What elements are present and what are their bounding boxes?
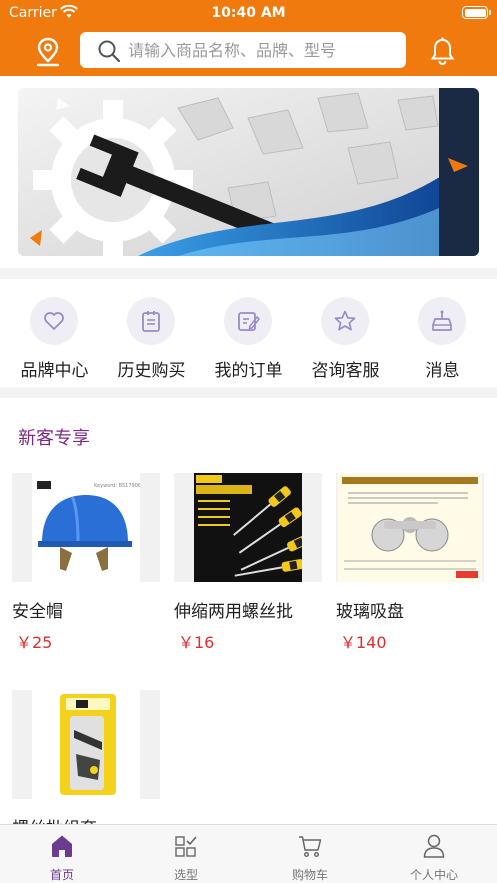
product-price: ￥16 bbox=[178, 633, 215, 652]
tab-home[interactable]: 首页 bbox=[0, 825, 124, 883]
star-icon bbox=[334, 310, 356, 331]
menu-item-label: 咨询客服 bbox=[311, 361, 380, 381]
menu-item-my-orders[interactable]: 我的订单 bbox=[200, 293, 297, 383]
grid-select-icon bbox=[175, 836, 197, 857]
app-header: Carrier 10:40 AM bbox=[0, 0, 497, 76]
safety-helmet-image: Keyword: BS179065 bbox=[37, 481, 144, 571]
tab-label: 选型 bbox=[173, 868, 198, 882]
heart-icon bbox=[44, 312, 64, 330]
product-image bbox=[12, 690, 160, 799]
person-icon bbox=[423, 834, 445, 858]
search-icon bbox=[98, 40, 121, 63]
bell-icon[interactable] bbox=[430, 37, 455, 65]
search-bar[interactable] bbox=[80, 32, 406, 68]
menu-item-label: 消息 bbox=[425, 361, 460, 381]
battery-icon bbox=[462, 6, 491, 19]
product-card[interactable]: 玻璃吸盘 ￥140 bbox=[336, 473, 484, 653]
promo-banner[interactable] bbox=[18, 88, 479, 256]
menu-icon-circle bbox=[224, 297, 272, 345]
home-content[interactable]: 品牌中心 历史购买 我的订单 咨询客服 消息 新客专享 Keyword: BS1… bbox=[0, 76, 497, 824]
menu-item-purchase-history[interactable]: 历史购买 bbox=[103, 293, 200, 383]
product-card[interactable]: 螺丝批组套 bbox=[12, 690, 160, 824]
product-image bbox=[336, 473, 484, 582]
product-name: 伸缩两用螺丝批 bbox=[174, 602, 293, 622]
tab-label: 个人中心 bbox=[409, 868, 458, 882]
menu-item-label: 历史购买 bbox=[117, 361, 186, 381]
home-icon bbox=[52, 835, 72, 857]
product-image bbox=[174, 473, 322, 582]
menu-item-customer-service[interactable]: 咨询客服 bbox=[297, 293, 394, 383]
product-name: 螺丝批组套 bbox=[12, 814, 97, 824]
screwdriver-kit-image bbox=[60, 694, 116, 795]
tab-cart[interactable]: 购物车 bbox=[248, 825, 372, 883]
product-price: ￥25 bbox=[16, 633, 53, 652]
menu-item-label: 我的订单 bbox=[214, 361, 283, 381]
product-image: Keyword: BS179065 bbox=[12, 473, 160, 582]
new-customer-section: 新客专享 Keyword: BS179065 安全帽 ￥25 伸缩两用螺丝批 ￥… bbox=[0, 398, 497, 824]
tab-profile[interactable]: 个人中心 bbox=[372, 825, 496, 883]
menu-item-brand-center[interactable]: 品牌中心 bbox=[6, 293, 103, 383]
menu-item-messages[interactable]: 消息 bbox=[394, 293, 491, 383]
menu-item-label: 品牌中心 bbox=[20, 361, 89, 381]
banner-section bbox=[0, 76, 497, 268]
menu-icon-circle bbox=[418, 297, 466, 345]
product-name: 玻璃吸盘 bbox=[336, 602, 404, 622]
product-card[interactable]: 伸缩两用螺丝批 ￥16 bbox=[174, 473, 322, 653]
status-bar: Carrier 10:40 AM bbox=[0, 0, 497, 26]
quick-menu: 品牌中心 历史购买 我的订单 咨询客服 消息 bbox=[0, 279, 497, 387]
svg-text:Keyword: BS179065: Keyword: BS179065 bbox=[94, 483, 140, 489]
tab-label: 首页 bbox=[49, 868, 74, 882]
tab-bar: 首页 选型 购物车 个人中心 bbox=[0, 824, 497, 883]
product-price: ￥140 bbox=[340, 633, 387, 652]
tab-select[interactable]: 选型 bbox=[124, 825, 248, 883]
menu-icon-circle bbox=[30, 297, 78, 345]
cart-icon bbox=[299, 836, 322, 858]
product-name: 安全帽 bbox=[12, 602, 63, 622]
suction-plate-image bbox=[338, 473, 482, 582]
location-pin-icon[interactable] bbox=[36, 37, 60, 67]
order-edit-icon bbox=[238, 312, 260, 331]
search-input[interactable] bbox=[128, 36, 398, 64]
product-card[interactable]: Keyword: BS179065 安全帽 ￥25 bbox=[12, 473, 160, 653]
message-tray-icon bbox=[432, 310, 452, 331]
menu-icon-circle bbox=[321, 297, 369, 345]
clipboard-icon bbox=[142, 311, 160, 332]
section-title: 新客专享 bbox=[18, 428, 90, 449]
clock: 10:40 AM bbox=[211, 5, 286, 21]
tab-label: 购物车 bbox=[291, 868, 328, 882]
menu-icon-circle bbox=[127, 297, 175, 345]
banner-image bbox=[18, 88, 479, 256]
screwdriver-set-image bbox=[194, 473, 312, 582]
